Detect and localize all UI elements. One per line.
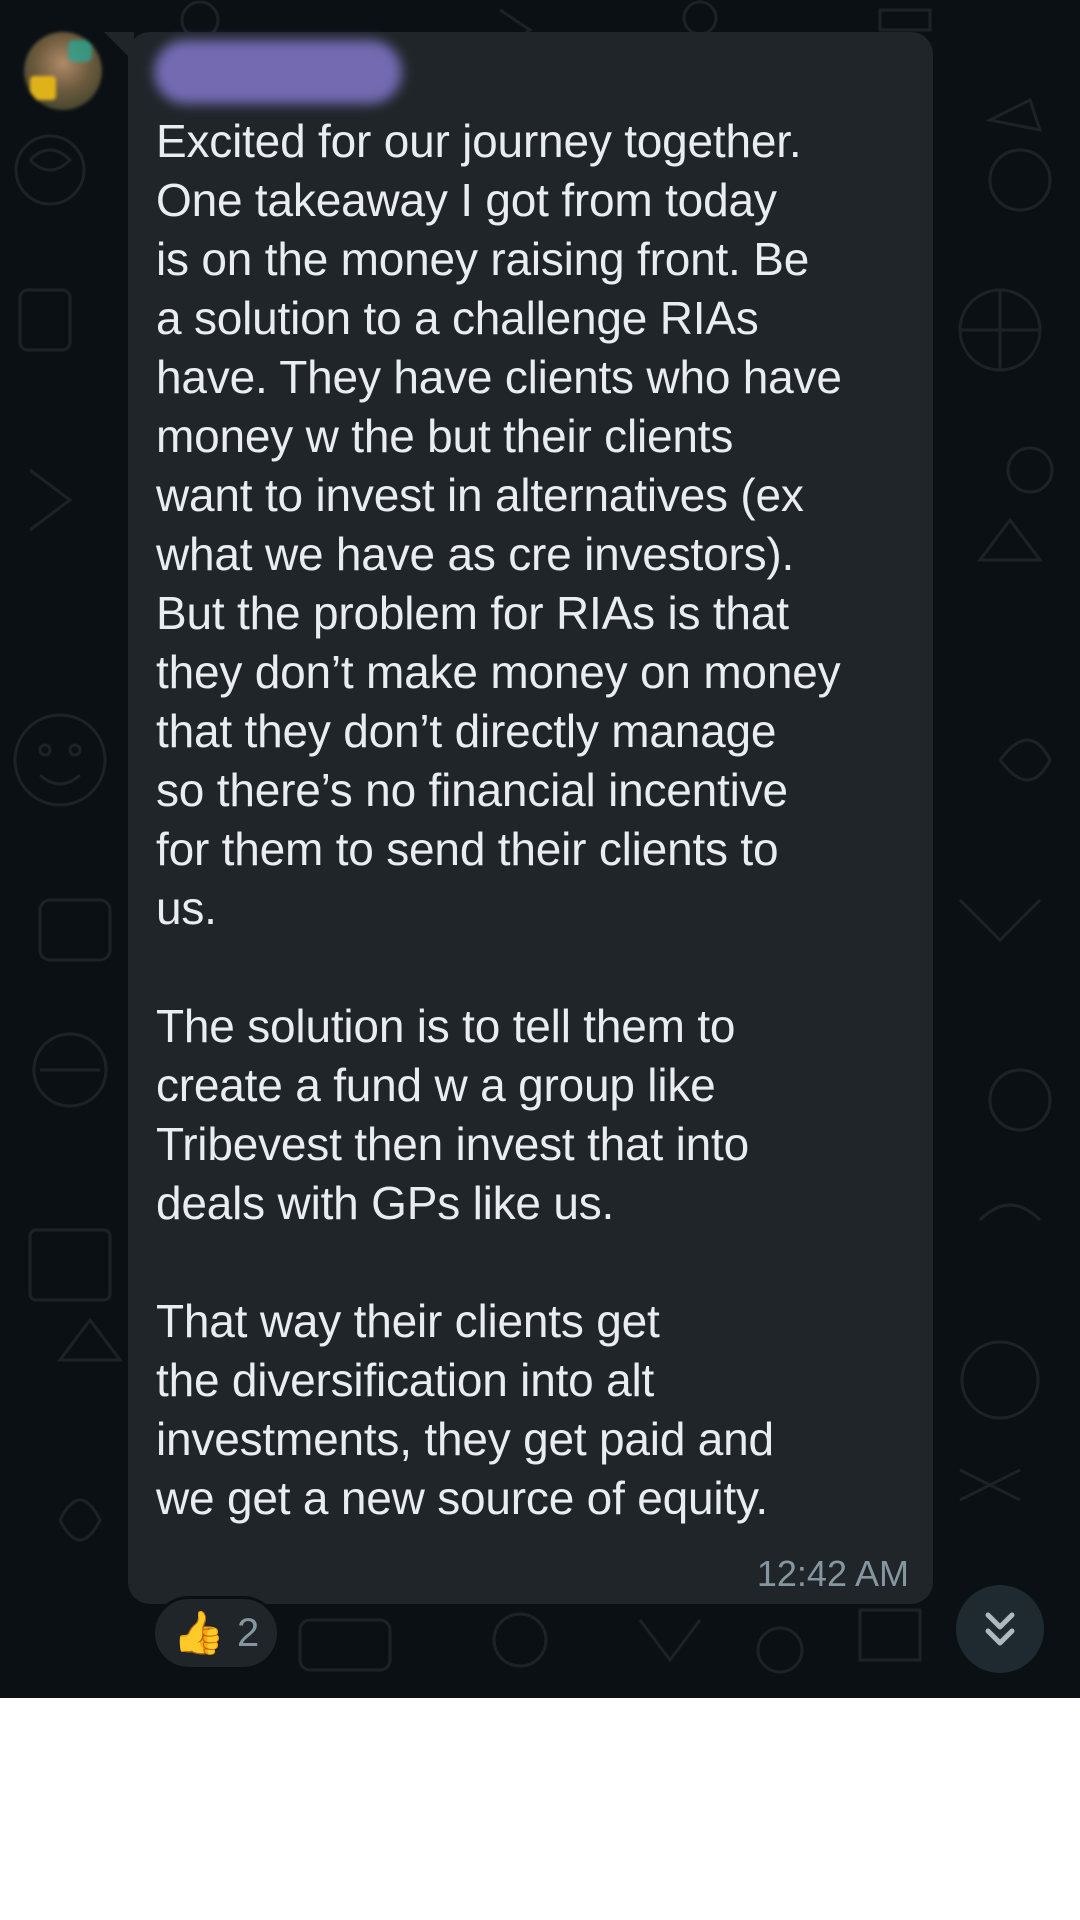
sender-name-redacted [154, 40, 402, 104]
message-paragraph: The solution is to tell them to create a… [156, 1000, 749, 1229]
message-paragraph: Excited for our journey together. One ta… [156, 115, 842, 934]
reaction-count: 2 [237, 1611, 260, 1655]
scroll-to-bottom-button[interactable] [956, 1585, 1044, 1673]
avatar-blur-patch [30, 76, 56, 100]
thumbs-up-icon: 👍 [172, 1608, 226, 1657]
message-timestamp: 12:42 AM [756, 1553, 909, 1594]
avatar-blur-patch [68, 40, 92, 62]
reaction-chip[interactable]: 👍 2 [152, 1596, 280, 1670]
message-paragraph: That way their clients get the diversifi… [156, 1295, 774, 1524]
sender-avatar[interactable] [24, 32, 102, 110]
blank-footer [0, 1698, 1080, 1920]
message-bubble[interactable]: Excited for our journey together. One ta… [128, 32, 933, 1604]
message-text: Excited for our journey together. One ta… [156, 112, 921, 1528]
chat-area[interactable]: Excited for our journey together. One ta… [0, 0, 1080, 1698]
double-chevron-down-icon [985, 1612, 1015, 1646]
